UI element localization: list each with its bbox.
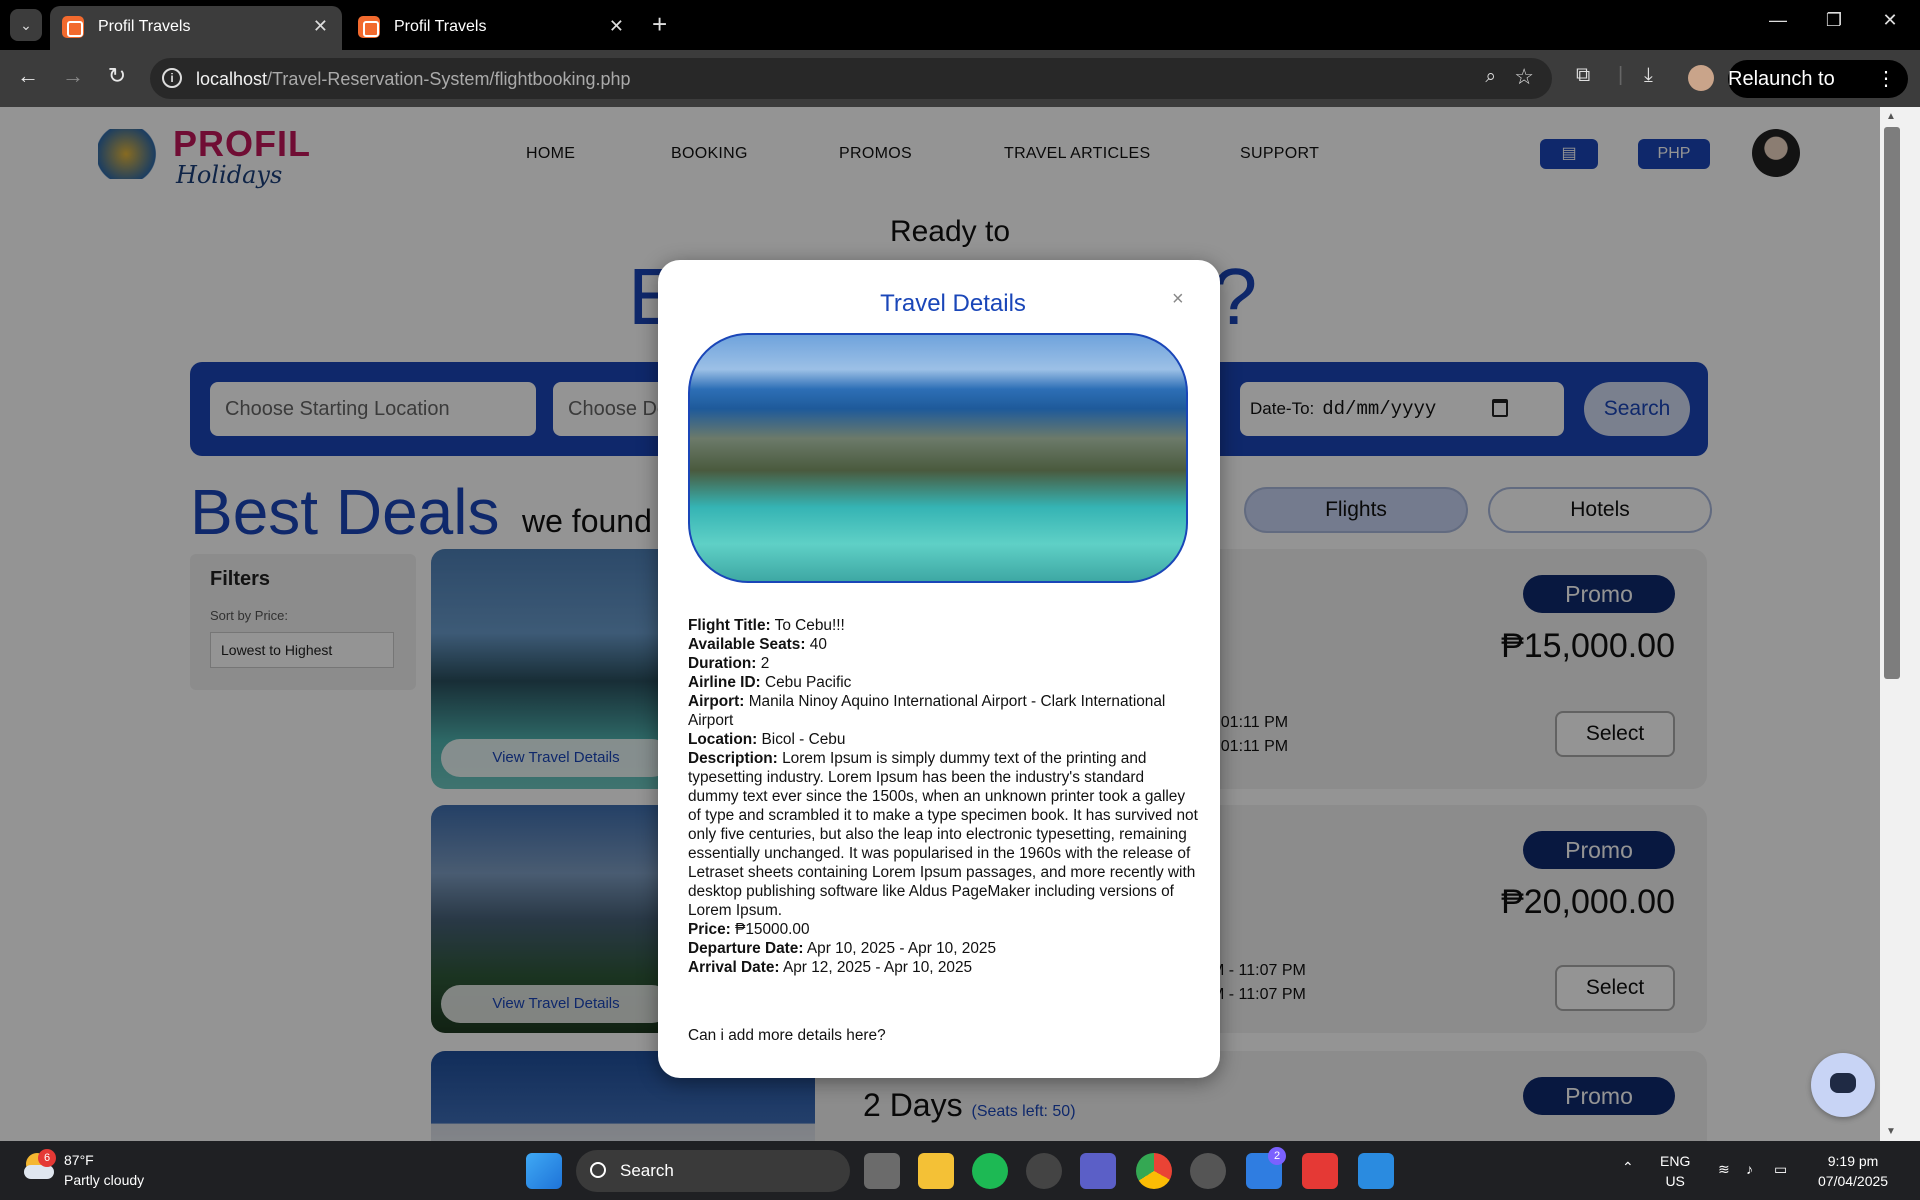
scrollbar-thumb[interactable]: [1884, 127, 1900, 679]
new-tab-button[interactable]: +: [652, 10, 667, 38]
tray-chevron-icon[interactable]: ⌃: [1622, 1157, 1634, 1177]
toolbar-divider: |: [1618, 64, 1624, 86]
detail-description: Description: Lorem Ipsum is simply dummy…: [688, 750, 1198, 919]
detail-price: Price: ₱15000.00: [688, 921, 810, 938]
modal-close-button[interactable]: ×: [1172, 288, 1184, 311]
zoom-icon[interactable]: ⌕: [1485, 66, 1496, 88]
site-info-icon[interactable]: i: [162, 68, 182, 88]
detail-departure-date: Departure Date: Apr 10, 2025 - Apr 10, 2…: [688, 940, 997, 957]
tab-title: Profil Travels: [98, 18, 191, 35]
travel-details-modal: Travel Details × Flight Title: To Cebu!!…: [658, 260, 1220, 1078]
weather-widget[interactable]: 6: [22, 1149, 58, 1185]
extensions-icon[interactable]: ⧉: [1576, 64, 1590, 87]
reload-button[interactable]: ↻: [102, 63, 132, 89]
browser-tab[interactable]: Profil Travels ✕: [346, 6, 638, 50]
address-bar[interactable]: i localhost/Travel-Reservation-System/fl…: [150, 58, 1552, 99]
windows-start-icon[interactable]: [526, 1153, 562, 1189]
extra-note: Can i add more details here?: [688, 1027, 886, 1044]
chatgpt-icon[interactable]: [1190, 1153, 1226, 1189]
taskbar-search[interactable]: Search: [576, 1150, 850, 1192]
spotify-icon[interactable]: [972, 1153, 1008, 1189]
weather-badge: 6: [38, 1149, 56, 1167]
detail-airport: Airport: Manila Ninoy Aquino Internation…: [688, 693, 1166, 729]
profile-avatar[interactable]: [1688, 65, 1714, 91]
minimize-button[interactable]: —: [1758, 10, 1798, 31]
browser-tab-bar: ⌄ Profil Travels ✕ Profil Travels ✕ + — …: [0, 0, 1920, 50]
destination-image: [688, 333, 1188, 583]
task-view-icon[interactable]: [864, 1153, 900, 1189]
bookmark-star-icon[interactable]: ☆: [1514, 64, 1534, 90]
tab-title: Profil Travels: [394, 18, 487, 35]
scroll-up-icon[interactable]: ▲: [1886, 111, 1896, 122]
modal-title: Travel Details: [880, 290, 1026, 317]
detail-location: Location: Bicol - Cebu: [688, 731, 846, 748]
volume-icon[interactable]: ♪: [1746, 1159, 1753, 1179]
detail-arrival-date: Arrival Date: Apr 12, 2025 - Apr 10, 202…: [688, 959, 973, 976]
close-window-button[interactable]: ✕: [1870, 10, 1910, 31]
cloud-icon: [24, 1165, 54, 1179]
file-explorer-icon[interactable]: [918, 1153, 954, 1189]
detail-flight-title: Flight Title: To Cebu!!!: [688, 617, 845, 634]
wps-office-icon[interactable]: [1302, 1153, 1338, 1189]
restore-button[interactable]: ❐: [1814, 10, 1854, 31]
clock[interactable]: 9:19 pm 07/04/2025: [1818, 1151, 1888, 1191]
xampp-favicon-icon: [62, 16, 84, 38]
chrome-icon[interactable]: [1136, 1153, 1172, 1189]
url-text: localhost/Travel-Reservation-System/flig…: [196, 69, 631, 89]
teams-icon[interactable]: [1080, 1153, 1116, 1189]
xampp-favicon-icon: [358, 16, 380, 38]
forward-button[interactable]: →: [58, 63, 88, 89]
browser-tab-active[interactable]: Profil Travels ✕: [50, 6, 342, 50]
taskbar: 6 87°F Partly cloudy Search 2 ⌃ ENG US ≋ ♪…: [0, 1141, 1920, 1200]
downloads-icon[interactable]: ⤓: [1644, 64, 1653, 87]
todo-icon[interactable]: 2: [1246, 1147, 1286, 1189]
vscode-icon[interactable]: [1358, 1153, 1394, 1189]
relaunch-button[interactable]: Relaunch to update⋮: [1728, 60, 1908, 128]
chat-button[interactable]: [1811, 1053, 1875, 1117]
search-icon: [590, 1162, 606, 1178]
language-indicator[interactable]: ENG US: [1660, 1151, 1690, 1191]
wifi-icon[interactable]: ≋: [1718, 1159, 1730, 1179]
todo-badge: 2: [1268, 1147, 1286, 1165]
weather-text[interactable]: 87°F Partly cloudy: [64, 1150, 144, 1190]
close-tab-icon[interactable]: ✕: [313, 16, 328, 37]
detail-airline-id: Airline ID: Cebu Pacific: [688, 674, 852, 691]
detail-duration: Duration: 2: [688, 655, 770, 672]
page-scrollbar[interactable]: ▲ ▼: [1880, 107, 1920, 1141]
detail-available-seats: Available Seats: 40: [688, 636, 827, 653]
more-menu-icon[interactable]: ⋮: [1876, 60, 1896, 98]
media-player-icon[interactable]: [1026, 1153, 1062, 1189]
scroll-down-icon[interactable]: ▼: [1886, 1126, 1896, 1137]
close-tab-icon[interactable]: ✕: [609, 16, 624, 37]
tab-search-button[interactable]: ⌄: [10, 9, 42, 41]
travel-details-text: Flight Title: To Cebu!!! Available Seats…: [688, 616, 1198, 977]
back-button[interactable]: ←: [13, 63, 43, 89]
battery-icon[interactable]: ▭: [1774, 1159, 1787, 1179]
browser-toolbar: ← → ↻ i localhost/Travel-Reservation-Sys…: [0, 50, 1920, 128]
